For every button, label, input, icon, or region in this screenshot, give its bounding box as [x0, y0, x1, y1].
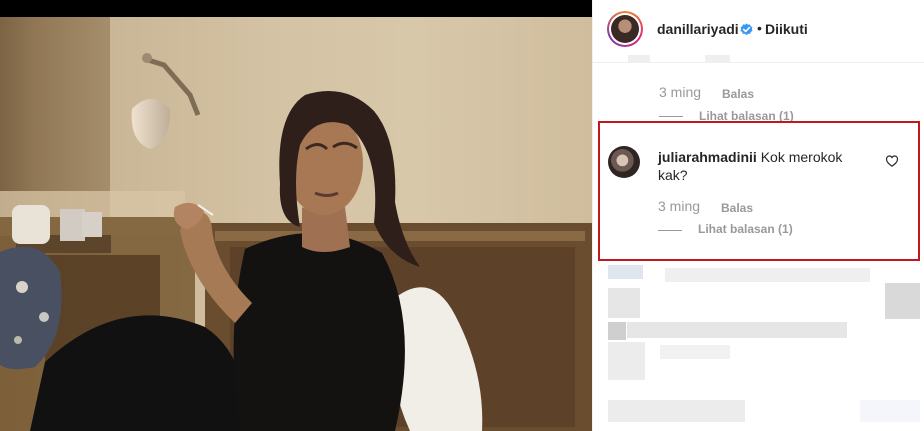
comment-username[interactable]: juliarahmadinii [658, 149, 757, 165]
like-comment-heart-icon[interactable] [885, 154, 899, 168]
previous-comment-time: 3 ming [659, 84, 702, 100]
highlighted-comment: juliarahmadinii Kok merokok kak? [658, 148, 848, 184]
post-image-pane [0, 0, 592, 431]
post-header: danillariyadi • Diikuti [593, 0, 924, 63]
comment-time: 3 ming [658, 198, 701, 214]
post-photo [0, 17, 592, 431]
view-replies-line [658, 230, 682, 231]
avatar [611, 15, 639, 43]
separator-dot: • [757, 20, 762, 36]
avatar-frame [609, 13, 641, 45]
blurred-comment-remnant [628, 55, 650, 62]
previous-comment-reply-button[interactable]: Balas [722, 87, 754, 101]
comment-avatar[interactable] [608, 146, 640, 178]
avatar-story-ring[interactable] [607, 11, 643, 47]
post-username[interactable]: danillariyadi [657, 21, 739, 37]
view-replies-button[interactable]: Lihat balasan (1) [698, 222, 793, 236]
blurred-comment-remnant [705, 55, 730, 62]
follow-status[interactable]: Diikuti [765, 21, 808, 37]
previous-view-replies-line [659, 116, 683, 117]
comment-reply-button[interactable]: Balas [721, 201, 753, 215]
highlight-box [598, 121, 920, 261]
verified-badge-icon [740, 23, 753, 35]
photo-illustration [0, 17, 592, 431]
